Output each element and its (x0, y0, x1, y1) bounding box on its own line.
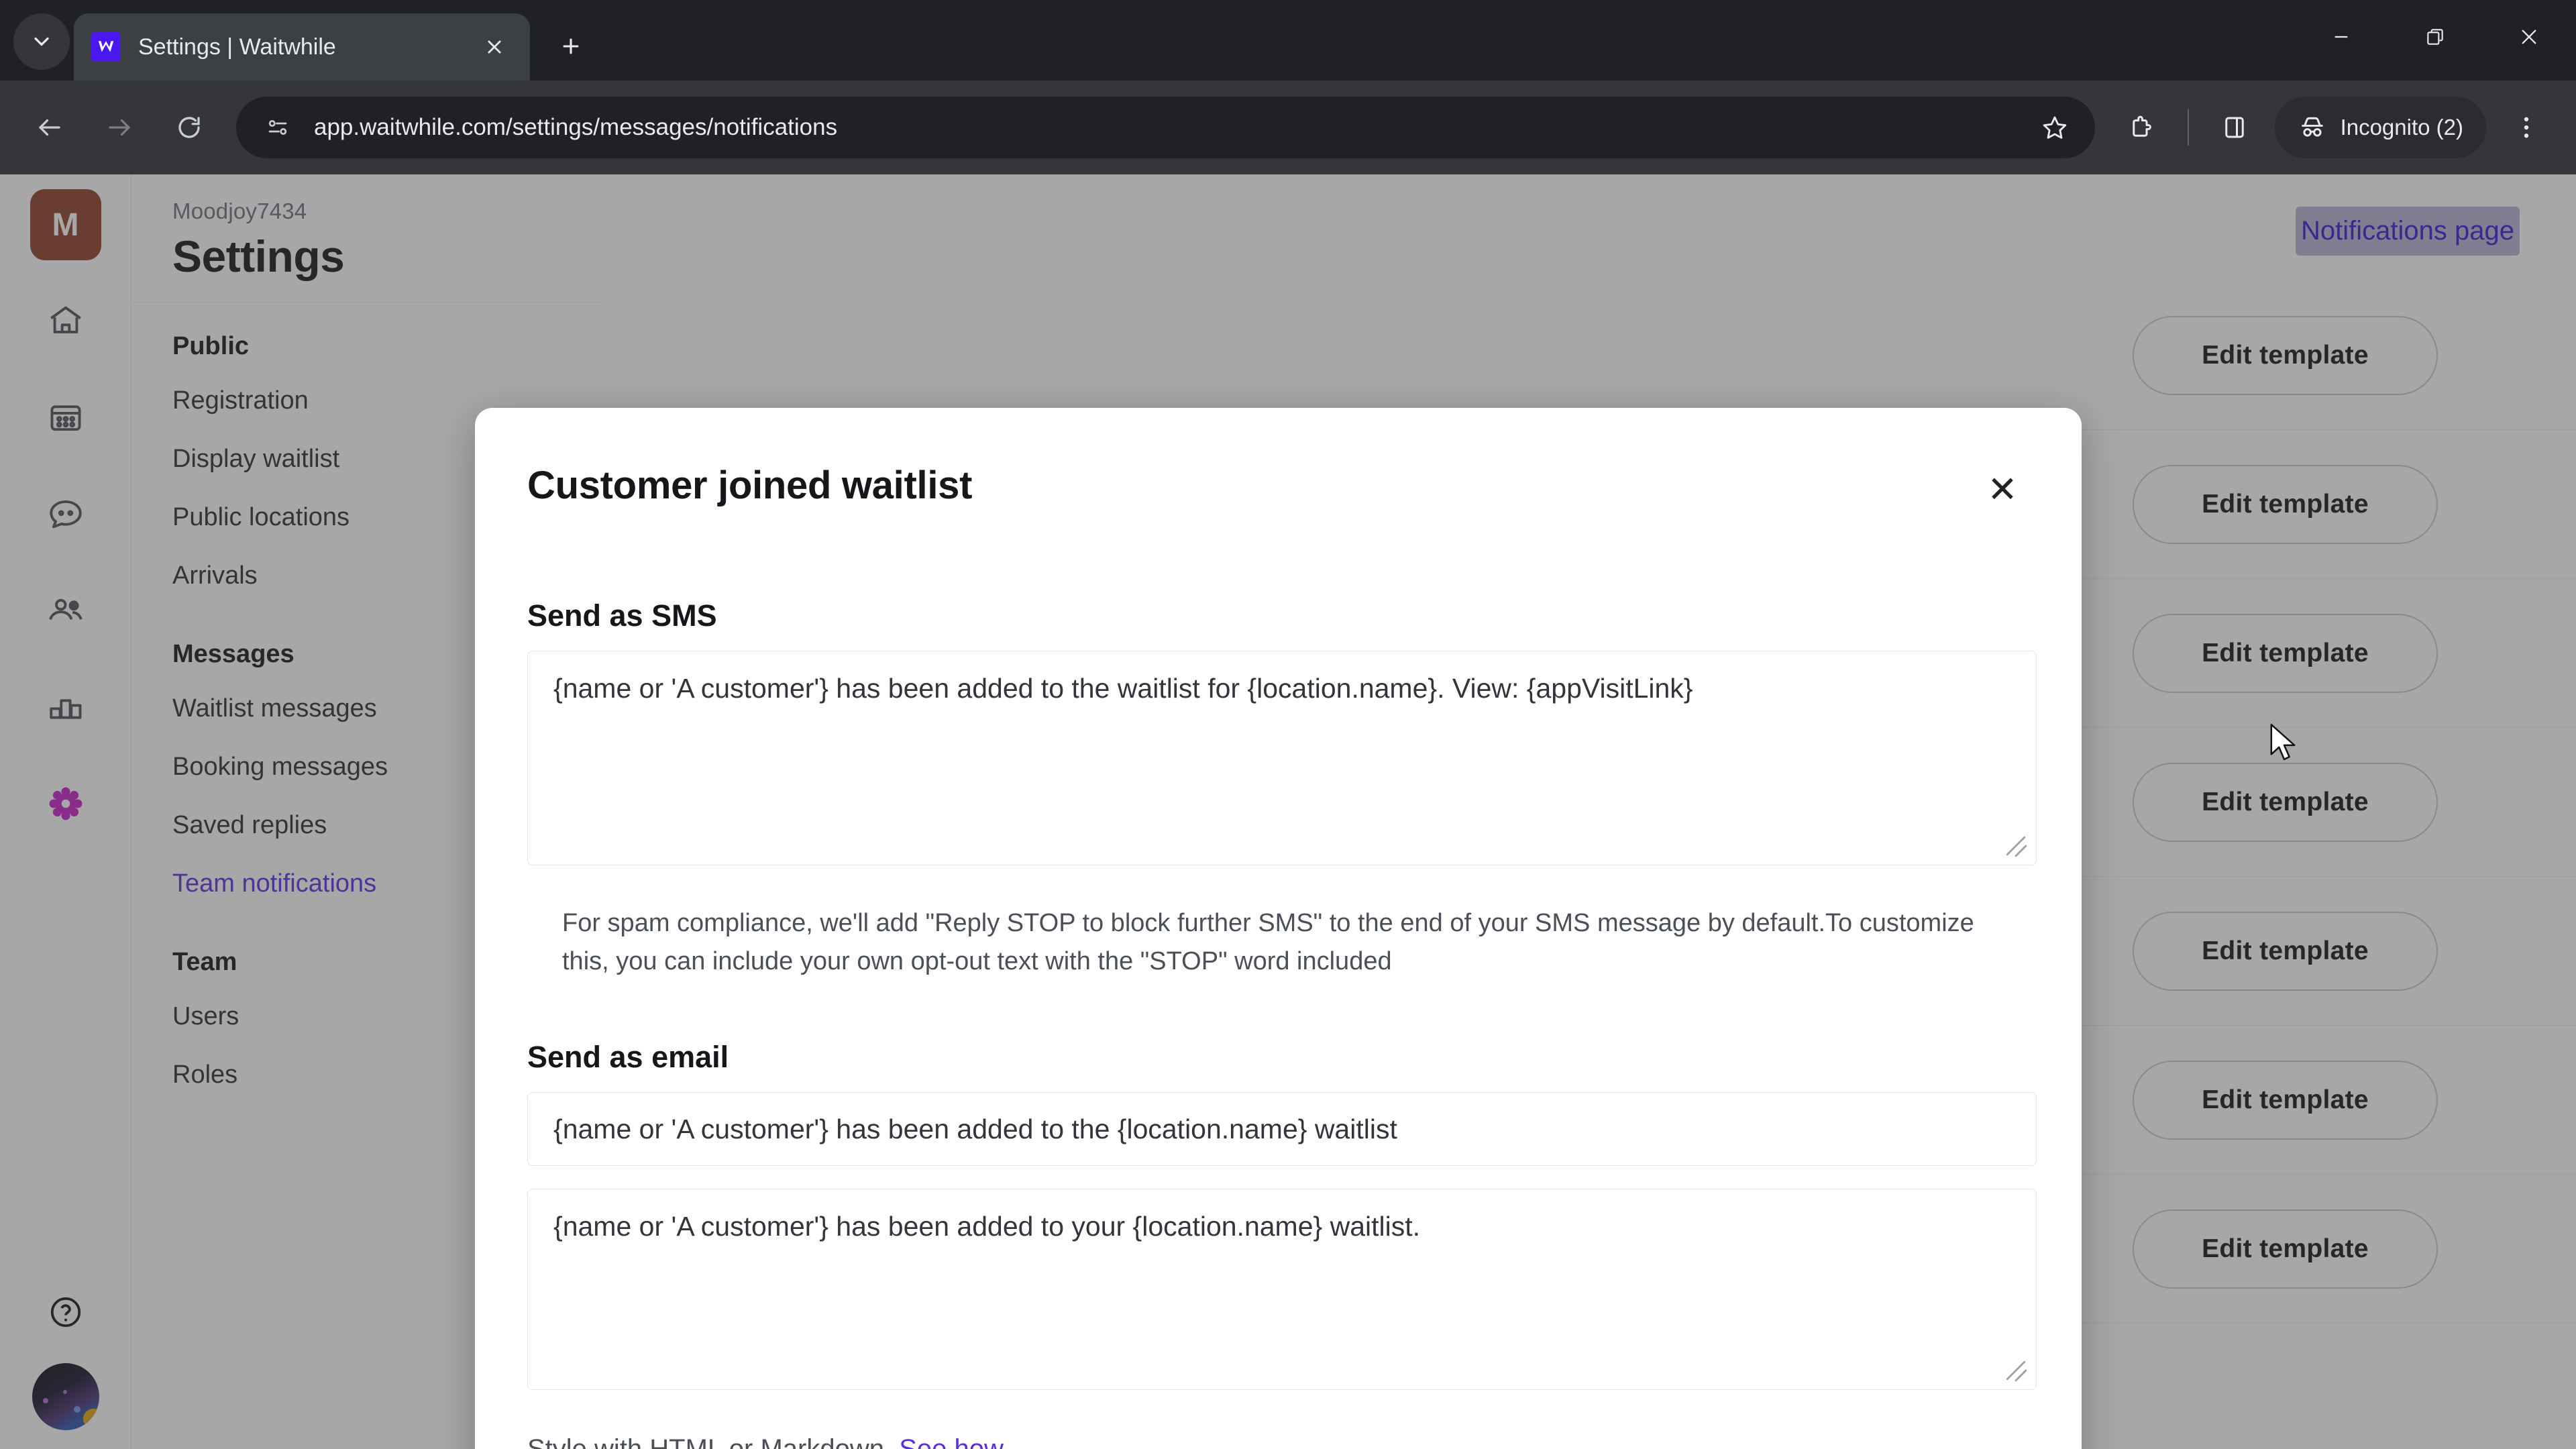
page-settings-icon[interactable] (259, 109, 297, 146)
markdown-note-text: Style with HTML or Markdown. (527, 1434, 892, 1449)
incognito-profile-button[interactable]: Incognito (2) (2274, 97, 2486, 158)
url-text: app.waitwhile.com/settings/messages/noti… (314, 114, 838, 140)
toolbar-divider (2187, 109, 2189, 146)
sms-compliance-helper-text: For spam compliance, we'll add "Reply ST… (562, 909, 1974, 975)
page-viewport: M Moodjoy7434 Settings Public Registrati… (0, 174, 2576, 1449)
sms-message-textarea[interactable] (527, 651, 2037, 865)
maximize-button[interactable] (2388, 0, 2482, 74)
see-how-link[interactable]: See how. (899, 1434, 1010, 1449)
close-icon (2522, 30, 2536, 44)
tab-title: Settings | Waitwhile (138, 34, 336, 60)
browser-tabstrip: Settings | Waitwhile (0, 0, 2576, 80)
profile-label: Incognito (2) (2340, 115, 2463, 140)
back-button[interactable] (19, 97, 80, 158)
incognito-icon (2301, 117, 2323, 137)
waitwhile-logo-icon (91, 32, 121, 62)
modal-body: Send as SMS For spam compliance, we'll a… (475, 598, 2082, 1449)
side-panel-icon (2224, 117, 2244, 138)
window-close-button[interactable] (2482, 0, 2576, 74)
modal-title: Customer joined waitlist (527, 464, 973, 507)
sms-field-label: Send as SMS (527, 598, 717, 633)
star-icon (2043, 116, 2066, 139)
reload-button[interactable] (158, 97, 220, 158)
edit-template-modal: Customer joined waitlist ✕ Send as SMS F… (475, 408, 2082, 1449)
restore-icon (2427, 29, 2443, 45)
email-body-wrap (527, 1189, 2037, 1390)
browser-tab[interactable]: Settings | Waitwhile (74, 13, 530, 80)
modal-header: Customer joined waitlist ✕ (475, 408, 2082, 514)
tab-close-button[interactable] (476, 29, 513, 65)
extensions-icon (2132, 115, 2151, 137)
markdown-note: Style with HTML or Markdown. See how. (527, 1434, 2029, 1449)
email-field-label: Send as email (527, 1040, 729, 1074)
side-panel-button[interactable] (2204, 97, 2265, 158)
new-tab-button[interactable] (547, 23, 594, 70)
chevron-down-icon (34, 37, 49, 46)
window-controls (2294, 0, 2576, 74)
forward-button[interactable] (89, 97, 150, 158)
close-icon (488, 40, 501, 54)
browser-window: Settings | Waitwhile app.waitwhile.com/s… (0, 0, 2576, 1449)
email-body-textarea[interactable] (527, 1189, 2037, 1390)
tab-search-button[interactable] (13, 13, 70, 70)
chrome-menu-button[interactable] (2496, 97, 2557, 158)
email-subject-input[interactable] (527, 1092, 2037, 1166)
kebab-menu-icon (2524, 117, 2529, 138)
extensions-button[interactable] (2111, 97, 2173, 158)
address-bar[interactable]: app.waitwhile.com/settings/messages/noti… (236, 97, 2095, 158)
sms-textarea-wrap (527, 651, 2037, 865)
browser-toolbar: app.waitwhile.com/settings/messages/noti… (0, 80, 2576, 174)
reload-icon (178, 117, 200, 138)
minimize-icon (2334, 36, 2348, 38)
arrow-left-icon (39, 119, 60, 136)
close-icon[interactable]: ✕ (1978, 466, 2027, 514)
minimize-button[interactable] (2294, 0, 2388, 74)
bookmark-button[interactable] (2031, 103, 2079, 152)
arrow-right-icon (109, 119, 130, 136)
plus-icon (563, 38, 579, 54)
